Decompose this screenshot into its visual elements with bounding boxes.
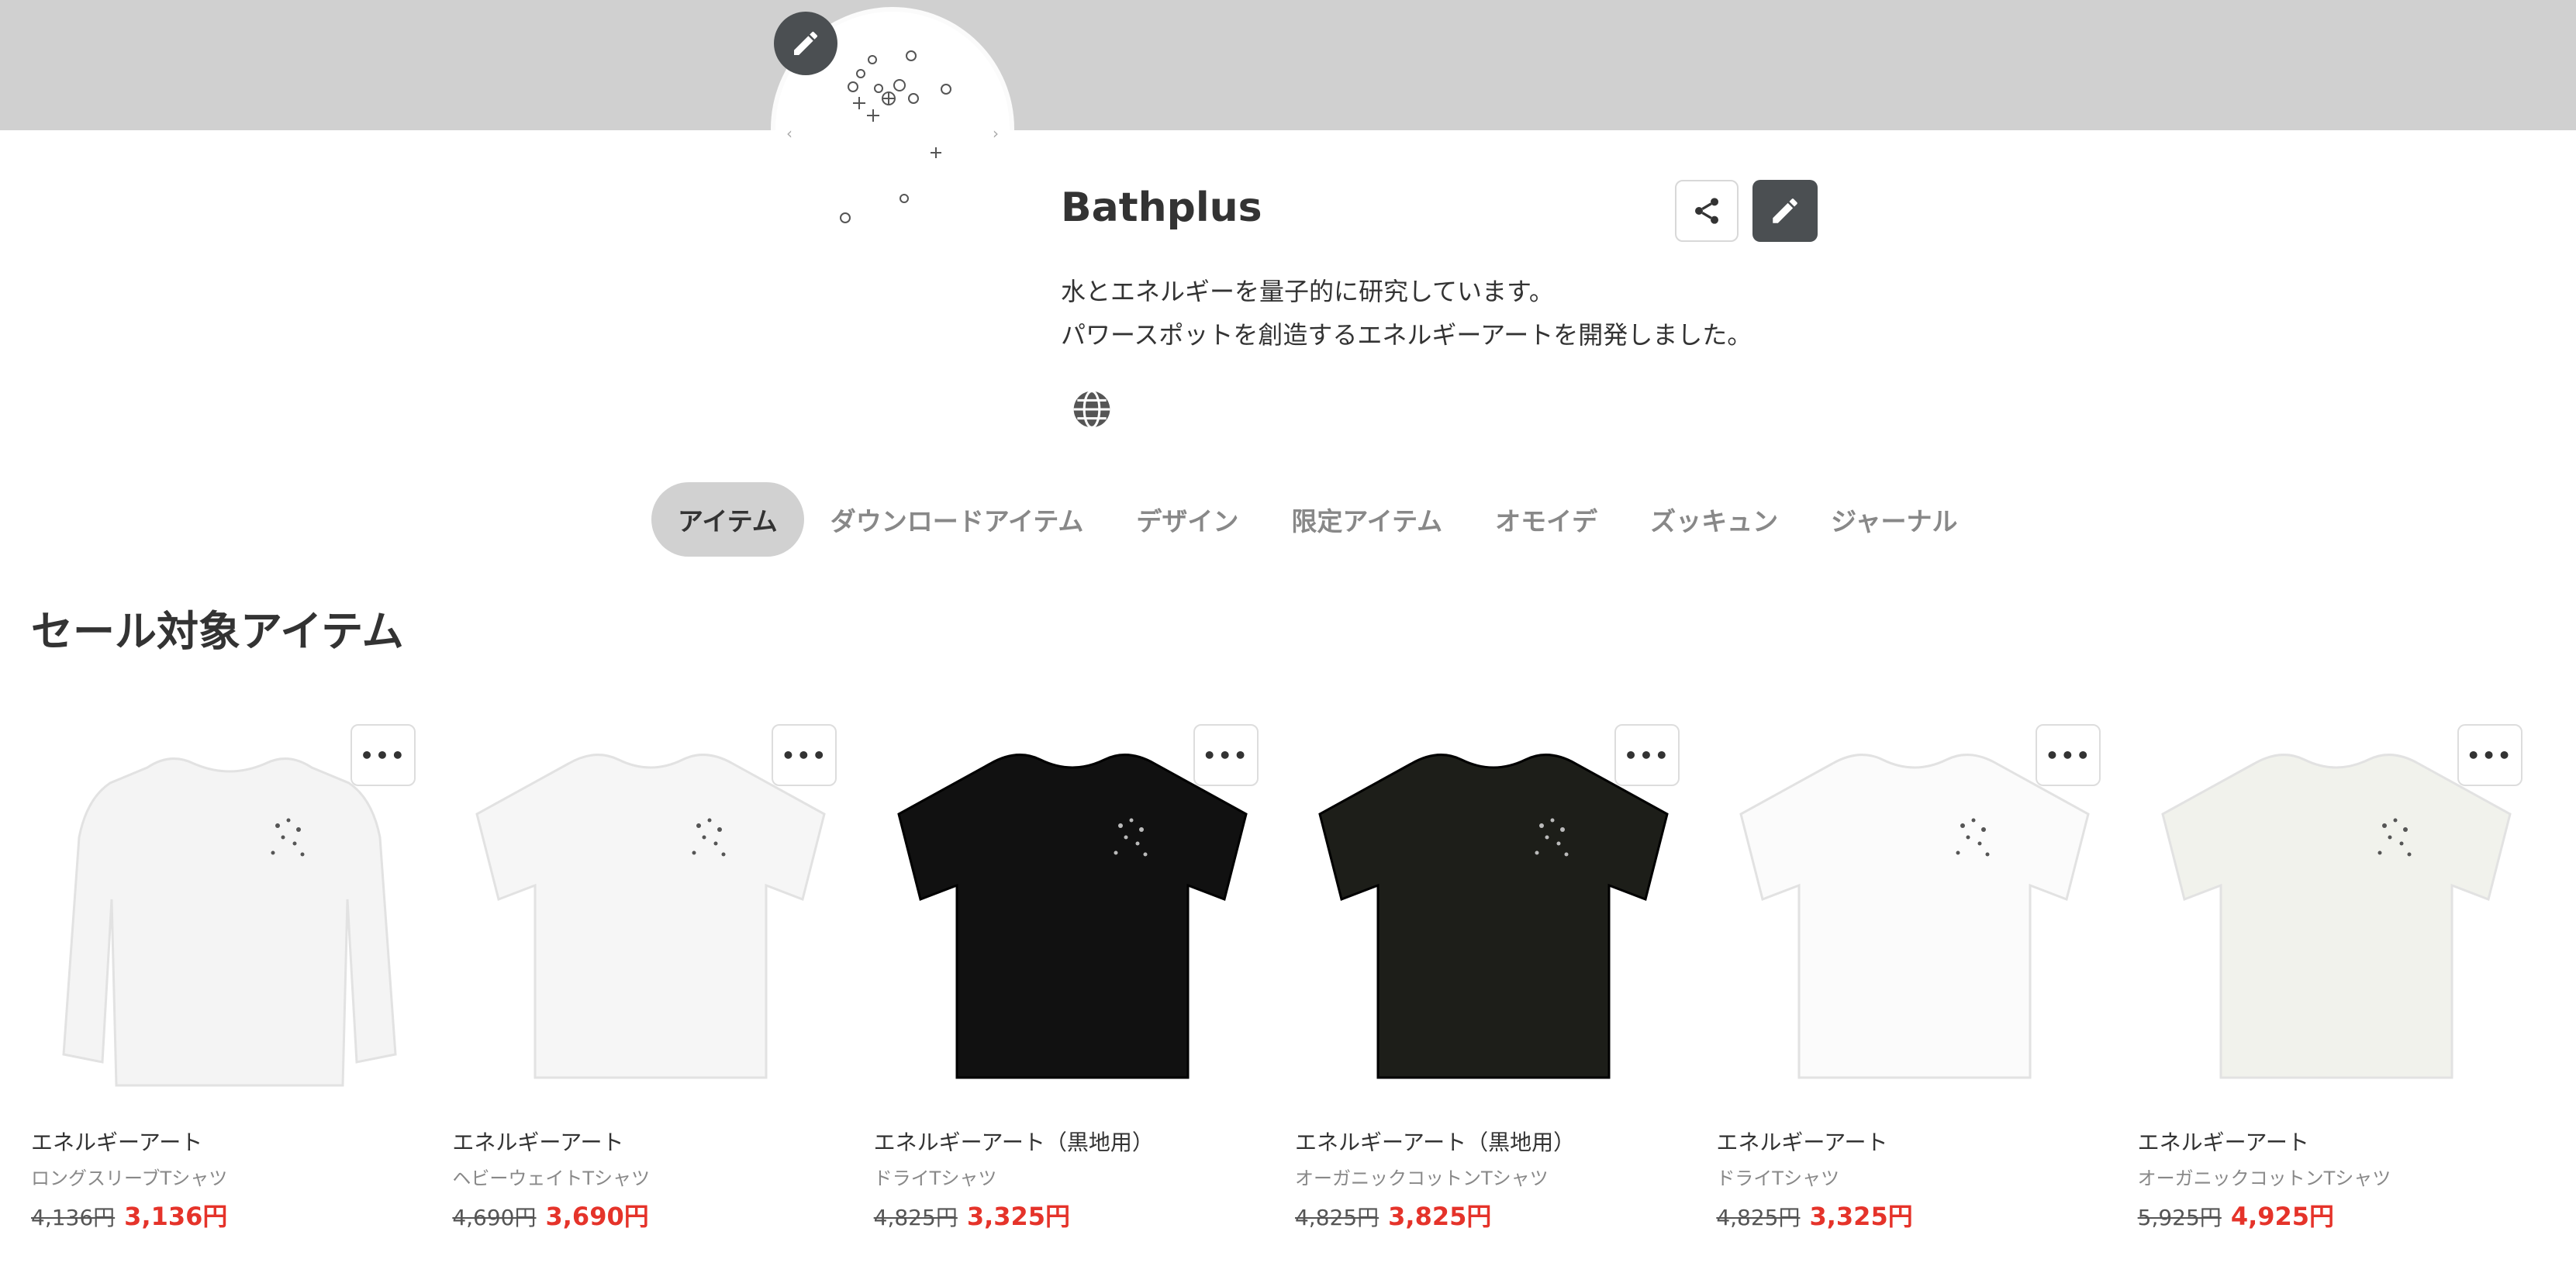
product-type: ロングスリーブTシャツ [31,1168,228,1189]
product-price: 4,136円 3,136円 [31,1197,227,1233]
product-grid: ••• エネルギーアートロングスリーブTシャツ 4,136円 3,136円 ••• エネル… [31,721,2559,1233]
tab-item[interactable]: ズッキュン [1624,482,1804,557]
original-price: 4,825円 [1294,1205,1380,1230]
product-price: 5,925円 4,925円 [2138,1197,2334,1233]
shop-page: ‹ › Bathplus 水とエネルギーを量子的に研究しています。 パワースポッ… [0,0,2576,1273]
product-type: ドライTシャツ [1716,1168,1839,1189]
original-price: 4,690円 [452,1205,537,1230]
original-price: 4,825円 [1716,1205,1801,1230]
shop-name: Bathplus [1061,185,1262,231]
product-card[interactable]: ••• エネルギーアート（黒地用） オーガニックコットンTシャツ 4,825円 3,82… [1295,721,1716,1233]
avatar-prev: ‹ [786,124,792,143]
product-type: オーガニックコットンTシャツ [2137,1168,2391,1189]
tab-item[interactable]: オモイデ [1469,482,1624,557]
tab-item[interactable]: 限定アイテム [1265,482,1469,557]
sale-price: 3,325円 [1809,1202,1913,1231]
bio-line: 水とエネルギーを量子的に研究しています。 [1061,277,1554,306]
shop-bio: 水とエネルギーを量子的に研究しています。 パワースポットを創造するエネルギーアー… [1061,270,1752,357]
product-card[interactable]: ••• エネルギーアートヘビーウェイトTシャツ 4,690円 3,690円 [452,721,873,1233]
website-link[interactable] [1070,388,1114,431]
sale-price: 3,325円 [966,1202,1071,1231]
share-icon [1695,198,1718,224]
product-price: 4,825円 3,325円 [1716,1197,1912,1233]
pencil-icon [1773,198,1797,223]
sale-price: 3,136円 [124,1202,228,1231]
product-name[interactable]: エネルギーアート [31,1126,202,1157]
section-title: セール対象アイテム [31,607,404,656]
product-price: 4,825円 3,325円 [874,1197,1070,1233]
product-price: 4,825円 3,825円 [1295,1197,1491,1233]
product-card[interactable]: ••• エネルギーアート（黒地用） ドライTシャツ 4,825円 3,325円 [874,721,1295,1233]
sale-price: 3,690円 [545,1202,649,1231]
product-card[interactable]: ••• エネルギーアートドライTシャツ 4,825円 3,325円 [1716,721,2137,1233]
bio-line: パワースポットを創造するエネルギーアートを開発しました。 [1061,320,1752,350]
original-price: 5,925円 [2137,1205,2222,1230]
product-name[interactable]: エネルギーアート（黒地用） [874,1126,1154,1157]
more-options-button[interactable]: ••• [2457,724,2522,786]
tab-item[interactable]: ダウンロードアイテム [804,482,1110,557]
tab-item[interactable]: アイテム [651,482,804,557]
pencil-icon [794,32,817,55]
category-tabs: アイテム ダウンロードアイテム デザイン 限定アイテム オモイデ ズッキュン ジャーナル [651,482,1984,557]
product-price: 4,690円 3,690円 [452,1197,648,1233]
more-options-button[interactable]: ••• [350,724,416,786]
more-options-button[interactable]: ••• [1193,724,1259,786]
tab-item[interactable]: デザイン [1110,482,1265,557]
globe-icon [1073,390,1110,429]
product-type: ドライTシャツ [873,1168,997,1189]
cover-banner [0,0,2576,130]
more-options-button[interactable]: ••• [2036,724,2101,786]
more-options-button[interactable]: ••• [1614,724,1680,786]
product-type: オーガニックコットンTシャツ [1294,1168,1549,1189]
more-options-button[interactable]: ••• [772,724,837,786]
edit-profile-button[interactable] [1752,180,1818,242]
share-button[interactable] [1675,180,1739,242]
product-name[interactable]: エネルギーアート [1716,1126,1887,1157]
product-name[interactable]: エネルギーアート [2138,1126,2309,1157]
sale-price: 3,825円 [1388,1202,1492,1231]
product-card[interactable]: ••• エネルギーアートロングスリーブTシャツ 4,136円 3,136円 [31,721,452,1233]
sale-price: 4,925円 [2230,1202,2335,1231]
product-name[interactable]: エネルギーアート [452,1126,623,1157]
product-card[interactable]: ••• エネルギーアートオーガニックコットンTシャツ 5,925円 4,925円 [2138,721,2559,1233]
original-price: 4,825円 [873,1205,958,1230]
product-name[interactable]: エネルギーアート（黒地用） [1295,1126,1575,1157]
tab-item[interactable]: ジャーナル [1804,482,1984,557]
product-type: ヘビーウェイトTシャツ [452,1168,650,1189]
original-price: 4,136円 [31,1205,116,1230]
avatar-edit-button[interactable] [774,12,837,75]
avatar-next: › [993,124,999,143]
